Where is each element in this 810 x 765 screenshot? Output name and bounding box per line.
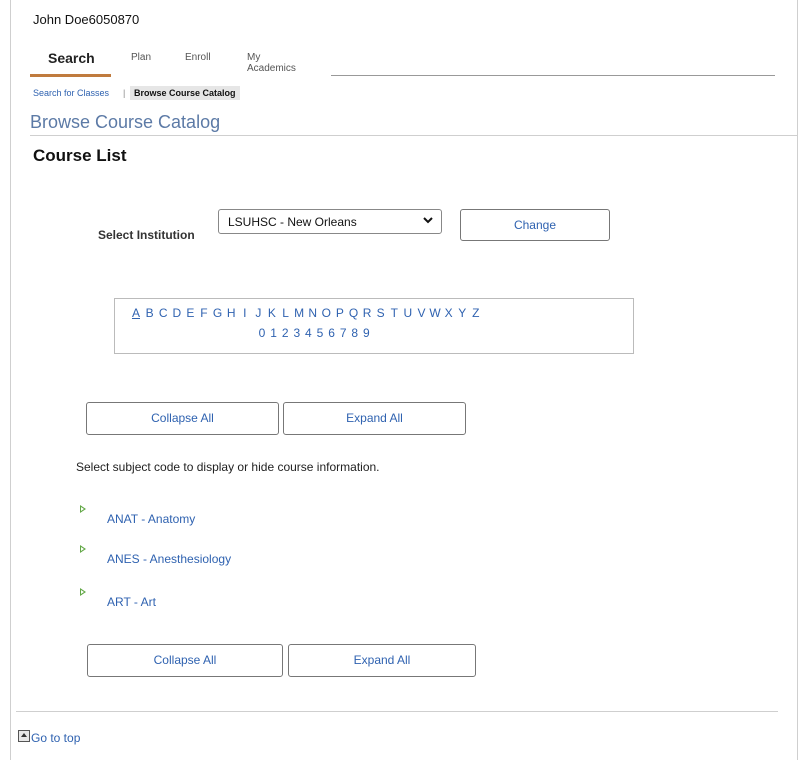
letter-link-e[interactable]: E — [184, 306, 196, 320]
letter-link-g[interactable]: G — [212, 306, 224, 320]
breadcrumb-search-for-classes[interactable]: Search for Classes — [33, 88, 109, 98]
digit-row: 0123456789 — [257, 326, 373, 340]
letter-link-l[interactable]: L — [280, 306, 292, 320]
digit-link-2[interactable]: 2 — [280, 326, 290, 340]
go-to-top-icon — [18, 730, 30, 742]
subject-label[interactable]: ANAT - Anatomy — [107, 512, 195, 526]
footer-divider — [16, 711, 778, 712]
breadcrumb-separator: | — [123, 88, 126, 98]
digit-link-5[interactable]: 5 — [315, 326, 325, 340]
letter-link-y[interactable]: Y — [456, 306, 468, 320]
expand-all-button[interactable]: Expand All — [283, 402, 466, 435]
chevron-down-icon — [422, 213, 434, 230]
tab-my-academics[interactable]: My Academics — [247, 52, 296, 74]
letter-link-a[interactable]: A — [130, 306, 142, 320]
institution-label: Select Institution — [98, 228, 195, 242]
letter-link-o[interactable]: O — [320, 306, 332, 320]
letter-link-j[interactable]: J — [252, 306, 264, 320]
letter-link-i[interactable]: I — [239, 306, 251, 320]
go-to-top-label[interactable]: Go to top — [31, 731, 80, 745]
title-divider — [30, 135, 798, 136]
subject-label[interactable]: ANES - Anesthesiology — [107, 552, 231, 566]
letter-link-w[interactable]: W — [429, 306, 441, 320]
letter-link-h[interactable]: H — [225, 306, 237, 320]
collapse-all-button[interactable]: Collapse All — [86, 402, 279, 435]
user-name: John Doe6050870 — [33, 12, 140, 27]
digit-link-6[interactable]: 6 — [327, 326, 337, 340]
digit-link-0[interactable]: 0 — [257, 326, 267, 340]
page-title: Browse Course Catalog — [30, 112, 221, 132]
letter-link-q[interactable]: Q — [348, 306, 360, 320]
letter-link-f[interactable]: F — [198, 306, 210, 320]
tab-search[interactable]: Search — [48, 50, 95, 66]
breadcrumb-current: Browse Course Catalog — [130, 86, 240, 100]
alphabet-index: ABCDEFGHIJKLMNOPQRSTUVWXYZ 0123456789 — [114, 298, 634, 354]
section-title: Course List — [33, 146, 127, 165]
letter-link-s[interactable]: S — [375, 306, 387, 320]
active-tab-indicator — [30, 74, 111, 77]
letter-row: ABCDEFGHIJKLMNOPQRSTUVWXYZ — [130, 306, 483, 320]
letter-link-v[interactable]: V — [415, 306, 427, 320]
letter-link-n[interactable]: N — [307, 306, 319, 320]
letter-link-c[interactable]: C — [157, 306, 169, 320]
digit-link-8[interactable]: 8 — [350, 326, 360, 340]
digit-link-9[interactable]: 9 — [361, 326, 371, 340]
letter-link-r[interactable]: R — [361, 306, 373, 320]
letter-link-u[interactable]: U — [402, 306, 414, 320]
tab-plan[interactable]: Plan — [131, 52, 151, 63]
letter-link-k[interactable]: K — [266, 306, 278, 320]
tab-divider — [331, 75, 775, 76]
expand-triangle-icon — [80, 545, 86, 553]
digit-link-1[interactable]: 1 — [269, 326, 279, 340]
letter-link-t[interactable]: T — [388, 306, 400, 320]
expand-all-button-bottom[interactable]: Expand All — [288, 644, 476, 677]
letter-link-d[interactable]: D — [171, 306, 183, 320]
digit-link-3[interactable]: 3 — [292, 326, 302, 340]
collapse-all-button-bottom[interactable]: Collapse All — [87, 644, 283, 677]
expand-triangle-icon — [80, 588, 86, 596]
subject-label[interactable]: ART - Art — [107, 595, 156, 609]
letter-link-z[interactable]: Z — [470, 306, 482, 320]
instruction-text: Select subject code to display or hide c… — [76, 460, 380, 474]
letter-link-m[interactable]: M — [293, 306, 305, 320]
digit-link-4[interactable]: 4 — [303, 326, 313, 340]
institution-select[interactable]: LSUHSC - New Orleans — [218, 209, 442, 234]
expand-triangle-icon — [80, 505, 86, 513]
digit-link-7[interactable]: 7 — [338, 326, 348, 340]
letter-link-p[interactable]: P — [334, 306, 346, 320]
tab-enroll[interactable]: Enroll — [185, 52, 211, 63]
letter-link-b[interactable]: B — [144, 306, 156, 320]
institution-selected-value: LSUHSC - New Orleans — [228, 215, 357, 229]
change-institution-button[interactable]: Change — [460, 209, 610, 241]
letter-link-x[interactable]: X — [443, 306, 455, 320]
